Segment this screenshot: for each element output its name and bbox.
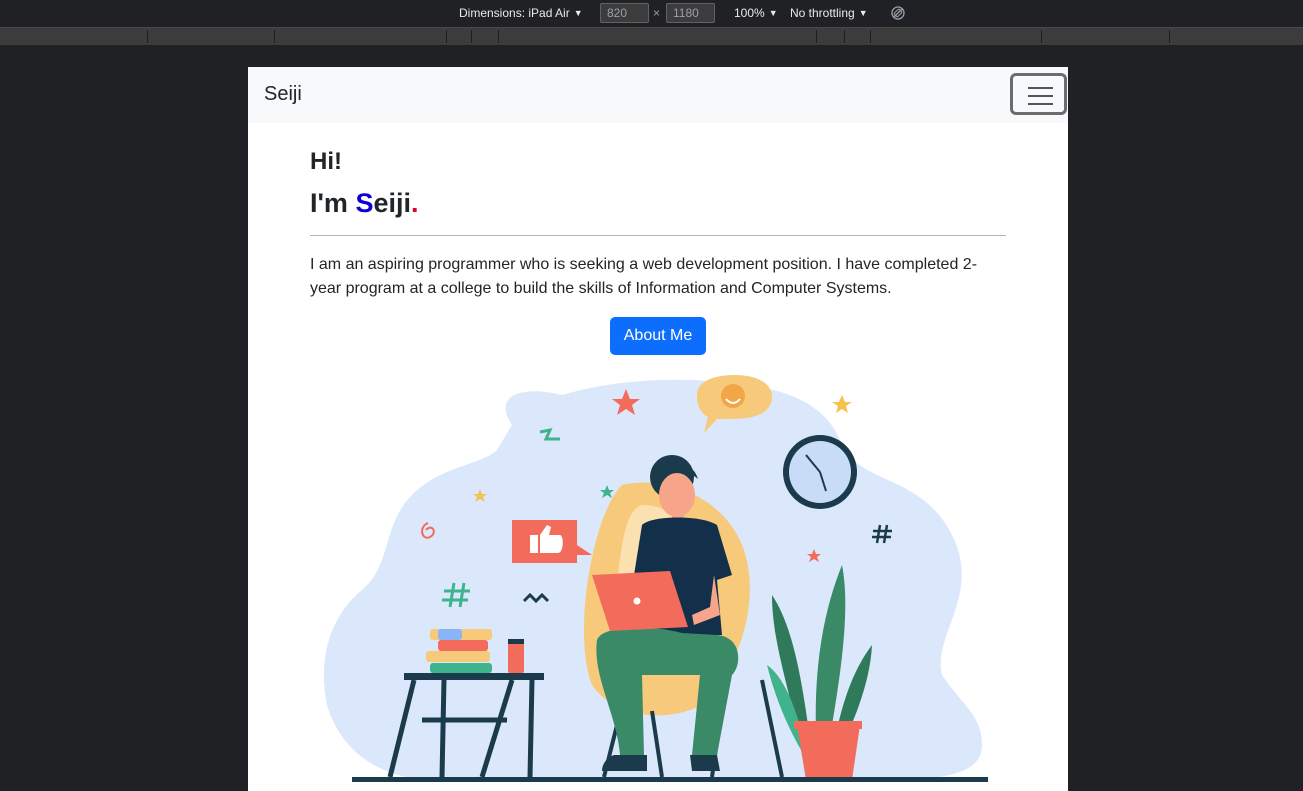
device-viewport: Seiji Hi! I'm Seiji. I am an aspiring pr… [248,67,1068,791]
cup-icon [508,643,524,673]
devtools-device-toolbar: Dimensions: iPad Air ▼ × 100% ▼ No throt… [0,0,1303,26]
rotate-icon[interactable] [891,6,905,20]
floor-line [352,777,988,782]
star-icon [832,395,852,413]
caret-down-icon: ▼ [573,8,583,18]
caret-down-icon: ▼ [858,8,868,18]
caret-down-icon: ▼ [768,8,778,18]
zoom-label: 100% [734,6,765,20]
navbar-brand[interactable]: Seiji [264,83,302,106]
intro-paragraph: I am an aspiring programmer who is seeki… [310,256,978,297]
width-input[interactable] [600,3,649,23]
name-rest: eiji [373,188,411,218]
navbar-toggler-button[interactable] [1010,73,1067,115]
dimensions-dropdown[interactable]: Dimensions: iPad Air ▼ [459,6,583,20]
throttling-dropdown[interactable]: No throttling ▼ [790,6,868,20]
name-first-letter: S [355,188,374,218]
greeting-heading: Hi! [310,148,342,175]
times-symbol: × [653,6,661,20]
about-me-button[interactable]: About Me [610,317,706,355]
dimensions-label: Dimensions: iPad Air [459,6,570,20]
programmer-illustration [323,375,988,782]
books-icon [430,663,492,673]
throttling-label: No throttling [790,6,855,20]
emoji-icon [721,384,745,408]
navbar: Seiji [248,67,1068,123]
side-table [404,673,544,680]
name-dot: . [410,188,419,218]
divider [310,235,1006,236]
zoom-dropdown[interactable]: 100% ▼ [734,6,778,20]
height-input[interactable] [666,3,715,23]
name-heading: I'm Seiji. [310,187,419,219]
media-query-ruler[interactable] [0,27,1303,45]
name-prefix: I'm [310,188,356,218]
hamburger-icon [1028,103,1053,105]
hamburger-icon [1028,87,1053,89]
plant-pot [797,725,860,780]
hamburger-icon [1028,95,1053,97]
